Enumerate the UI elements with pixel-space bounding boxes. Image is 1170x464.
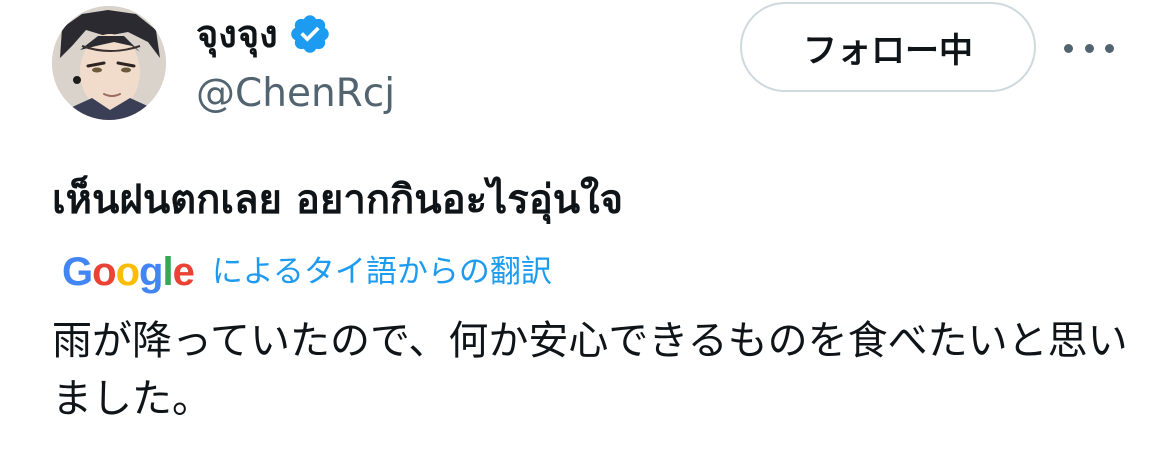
display-name[interactable]: จุงจุง bbox=[196, 8, 278, 60]
avatar[interactable] bbox=[52, 6, 166, 120]
translation-label[interactable]: によるタイ語からの翻訳 bbox=[212, 248, 552, 296]
avatar-image bbox=[52, 6, 166, 120]
more-options-icon[interactable] bbox=[1064, 28, 1114, 68]
translated-text: 雨が降っていたので、何か安心できるものを食べたいと思いました。 bbox=[52, 318, 1128, 422]
user-handle[interactable]: @ChenRcj bbox=[196, 68, 395, 120]
tweet-card: จุงจุง @ChenRcj フォロー中 เห็นฝนตกเลย อยากกิ… bbox=[0, 0, 1170, 464]
more-dot bbox=[1105, 43, 1114, 53]
translation-attribution[interactable]: Google によるタイ語からの翻訳 bbox=[62, 248, 552, 296]
tweet-text: เห็นฝนตกเลย อยากกินอะไรอุ่นใจ bbox=[52, 177, 624, 223]
following-button[interactable]: フォロー中 bbox=[740, 2, 1036, 92]
more-dot bbox=[1084, 43, 1094, 53]
verified-badge-icon bbox=[288, 12, 332, 56]
google-logo: Google bbox=[62, 250, 195, 294]
author-name-row[interactable]: จุงจุง bbox=[196, 8, 332, 60]
more-dot bbox=[1064, 43, 1073, 53]
